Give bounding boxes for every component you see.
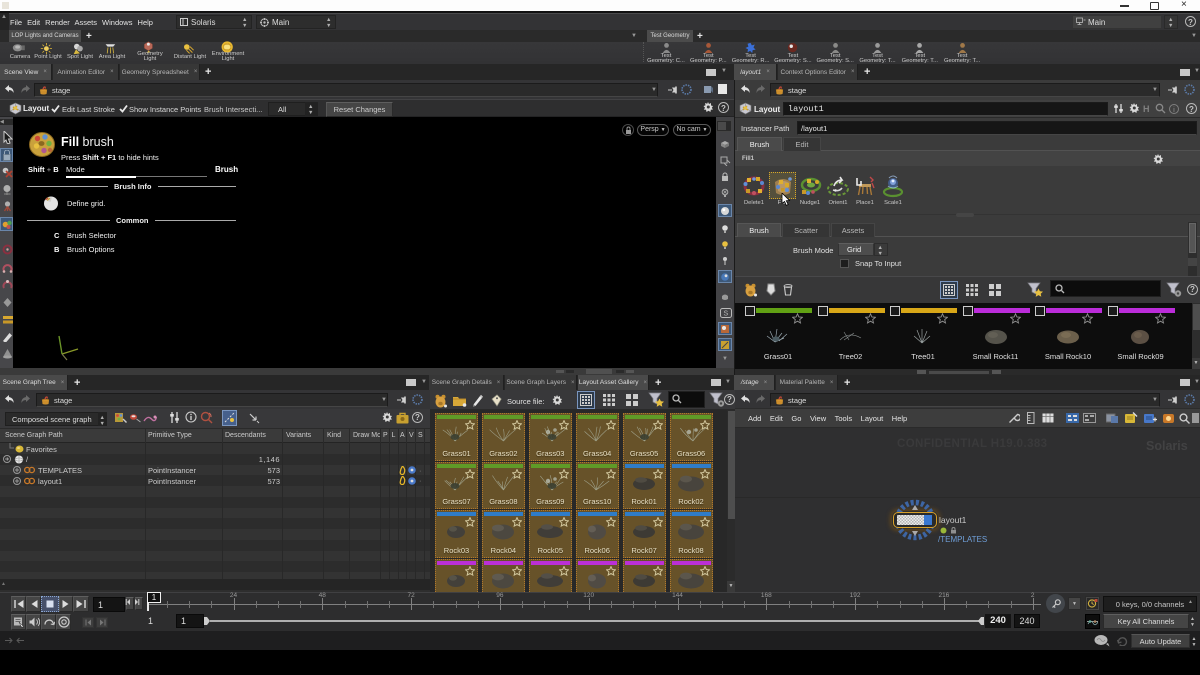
svg-text:S: S <box>724 311 729 318</box>
